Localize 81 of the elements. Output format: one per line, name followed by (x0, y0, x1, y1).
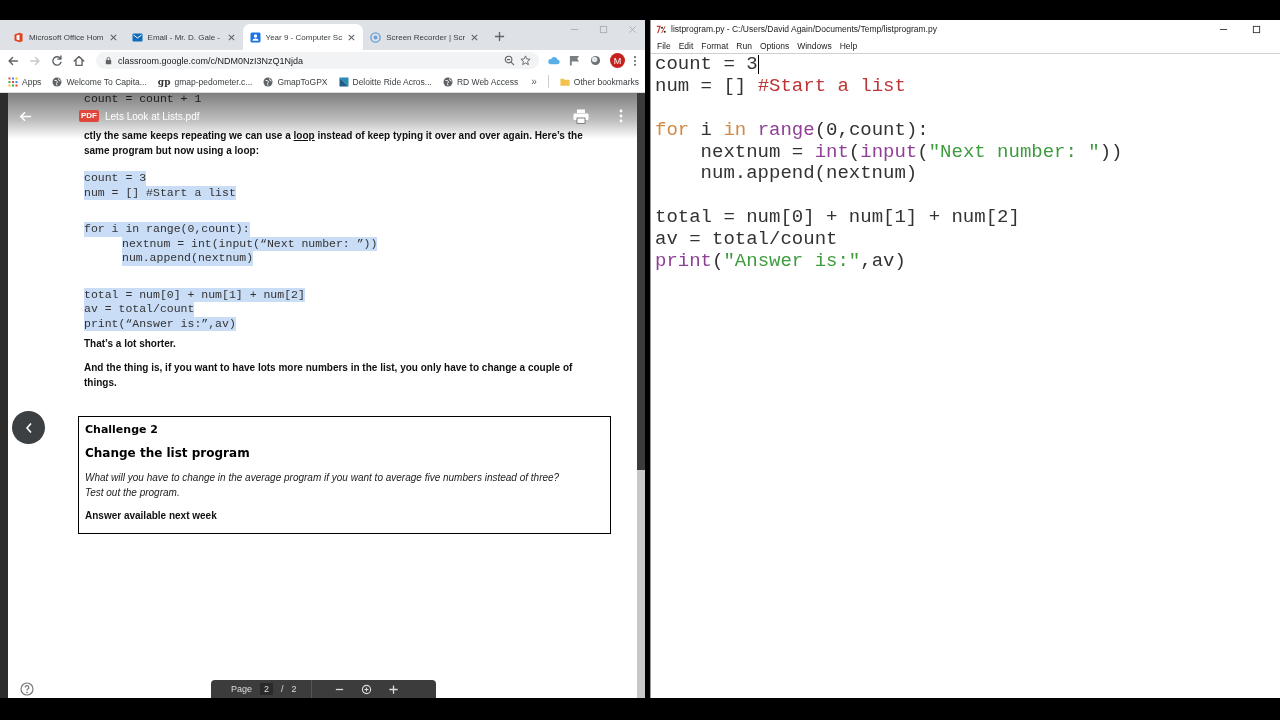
globe-icon (442, 76, 453, 87)
bookmark-link[interactable]: Deloitte Ride Acros... (338, 76, 432, 87)
page-label: Page (231, 684, 253, 694)
paragraph: And the thing is, if you want to have lots more numbers in the list, you only have to change a couple of things. (84, 361, 574, 390)
record-icon (370, 31, 382, 43)
bookmark-link[interactable]: RD Web Access (442, 76, 519, 87)
menu-item[interactable]: File (653, 40, 675, 51)
previous-button[interactable] (12, 411, 45, 444)
globe-icon (263, 76, 274, 87)
chevron-icon (24, 421, 33, 434)
plus-icon[interactable] (387, 683, 399, 695)
pdf-badge: PDF (79, 110, 99, 122)
code-line: for i in range(0,count): (655, 119, 929, 142)
app-icon (656, 24, 667, 34)
flag-icon[interactable] (568, 55, 581, 66)
address-field[interactable]: classroom.google.com/c/NDM0NzI3NzQ1Njda (96, 52, 539, 69)
browser-tab[interactable]: Microsoft Office Hom (6, 24, 125, 50)
code-line: av = total/count (655, 229, 838, 252)
menu-item[interactable]: Edit (674, 40, 698, 51)
challenge-question: What will you have to change in the average program if you want to average five numbers instead of three? Test out the program. (85, 471, 561, 500)
code-line: print("Answer is:",av) (655, 251, 906, 273)
scrollbar-thumb[interactable] (637, 470, 645, 698)
menu-item[interactable]: Options (755, 40, 794, 51)
bookmark-folder[interactable]: Other bookmarks (559, 76, 639, 87)
globe-icon (52, 76, 63, 87)
bookmark-link[interactable]: Welcome To Capita... (52, 76, 147, 87)
favicon-text: gp (157, 76, 171, 87)
logo-icon (13, 31, 24, 43)
bookmark-link[interactable]: gp gmap-pedometer.c... (157, 76, 253, 87)
folder-icon (559, 76, 570, 87)
answer-note: Answer available next week (85, 509, 218, 523)
lock-icon (104, 56, 113, 65)
bookmark-link[interactable]: Apps (8, 76, 42, 87)
code-line: nextnum = int(input("Next number: ")) (700, 141, 1123, 164)
mail-icon (131, 31, 143, 43)
reload-icon[interactable] (50, 53, 64, 68)
maximize-icon[interactable] (1252, 24, 1261, 34)
close-icon[interactable] (226, 32, 236, 42)
zoom-icon[interactable] (504, 55, 515, 66)
browser-tab[interactable]: Screen Recorder | Scr (363, 24, 487, 50)
paragraph: That’s a lot shorter. (84, 337, 177, 351)
scrollbar-track[interactable] (637, 93, 645, 698)
menu-icon[interactable] (633, 54, 637, 67)
circle-plus-icon[interactable] (360, 683, 372, 695)
page-separator: / (281, 684, 284, 694)
code-line: count = 3 (655, 54, 758, 76)
apps-grid-icon (8, 76, 18, 87)
circle-icon[interactable] (589, 55, 602, 66)
code-line: total = num[0] + num[1] + num[2] (655, 207, 1020, 230)
person-icon (249, 31, 261, 43)
more-icon[interactable] (619, 109, 623, 123)
paragraph: ctly the same keeps repeating we can use a loop instead of keep typing it over and over again. Here’s the same program but now using a loop: (84, 129, 584, 158)
print-icon[interactable] (573, 108, 589, 124)
page-number-field[interactable]: 2 (260, 683, 274, 695)
menu-item[interactable]: Help (835, 40, 862, 51)
profile-button[interactable]: M (610, 53, 625, 68)
menu-item[interactable]: Run (732, 40, 756, 51)
home-icon[interactable] (72, 53, 86, 68)
page-total: 2 (291, 684, 297, 694)
browser-tab[interactable]: Year 9 - Computer Sc (242, 24, 364, 50)
code-line: count = count + 1 (84, 93, 202, 105)
close-icon[interactable] (470, 32, 480, 42)
new-tab-icon[interactable] (494, 31, 506, 42)
menu-item[interactable]: Windows (793, 40, 836, 51)
bookmark-link[interactable]: GmapToGPX (263, 76, 328, 87)
close-icon[interactable] (108, 32, 118, 42)
menu-item[interactable]: Format (697, 40, 733, 51)
close-icon[interactable] (347, 32, 357, 42)
challenge-title: Change the list program (85, 445, 251, 462)
code-editor[interactable]: count = 3 num = [] #Start a list for i in range(0,count): nextnum = int(input("Next number: ")) num.append(nextnum) total = num[0] + num[1] + num[2] av = total/count print("Answer is:",av) (651, 54, 1280, 698)
star-icon[interactable] (520, 55, 531, 66)
cloud-icon[interactable] (547, 55, 560, 66)
document-title: Lets Look at Lists.pdf (105, 110, 200, 122)
challenge-heading: Challenge 2 (85, 422, 159, 438)
logo-icon (338, 76, 349, 87)
window-title: listprogram.py - C:/Users/David Again/Documents/Temp/listprogram.py (671, 24, 937, 34)
more-bookmarks-button[interactable]: » (531, 76, 537, 87)
code-line: num.append(nextnum) (700, 163, 918, 186)
browser-tab[interactable]: Email - Mr. D. Gale - (124, 24, 243, 50)
help-icon[interactable] (20, 682, 34, 696)
code-line: num = [] #Start a list (655, 75, 906, 98)
